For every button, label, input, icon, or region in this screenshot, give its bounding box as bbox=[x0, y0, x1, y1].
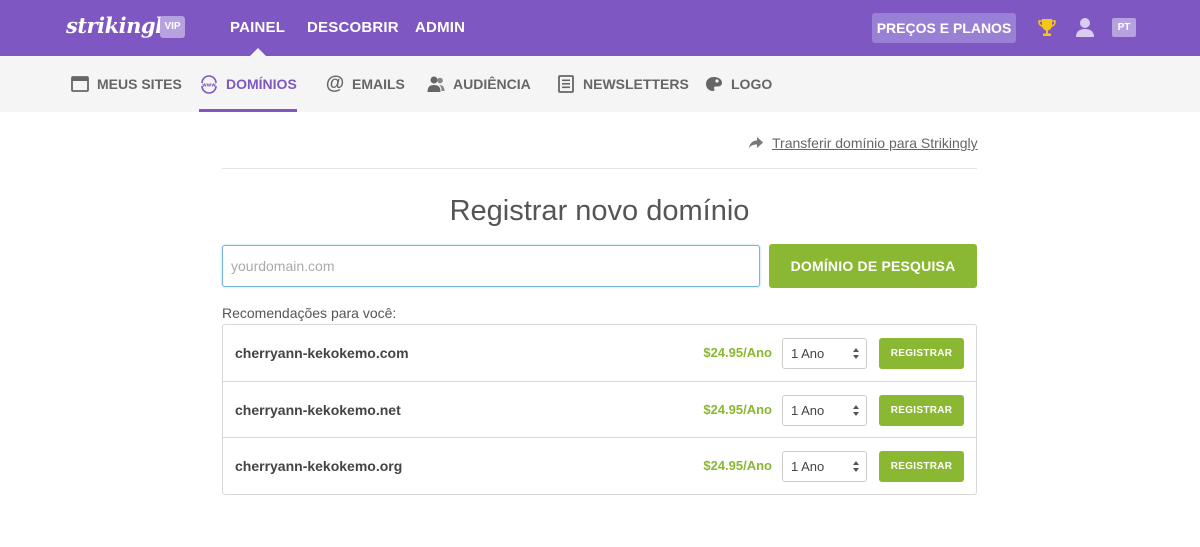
tab-label: DOMÍNIOS bbox=[226, 76, 297, 92]
register-button[interactable]: REGISTRAR bbox=[879, 394, 964, 426]
domain-search-input[interactable] bbox=[222, 245, 760, 287]
tab-emails[interactable]: @ EMAILS bbox=[325, 56, 405, 112]
newsletter-icon bbox=[558, 75, 574, 93]
domain-name: cherryann-kekokemo.net bbox=[235, 401, 401, 418]
list-item: cherryann-kekokemo.net $24.95/Ano 1 Ano … bbox=[223, 382, 976, 438]
tab-newsletters[interactable]: NEWSLETTERS bbox=[556, 56, 689, 112]
tab-label: NEWSLETTERS bbox=[583, 76, 689, 92]
trophy-icon[interactable] bbox=[1036, 16, 1058, 38]
at-sign-icon: @ bbox=[325, 73, 345, 94]
select-arrows-icon bbox=[853, 461, 859, 472]
tab-label: AUDIÊNCIA bbox=[453, 76, 531, 92]
period-value: 1 Ano bbox=[791, 459, 825, 474]
recommendations-list: cherryann-kekokemo.com $24.95/Ano 1 Ano … bbox=[222, 324, 977, 495]
palette-icon bbox=[706, 77, 722, 91]
share-arrow-icon bbox=[749, 137, 763, 149]
tab-audiencia[interactable]: AUDIÊNCIA bbox=[426, 56, 531, 112]
browser-window-icon bbox=[71, 76, 89, 92]
period-select[interactable]: 1 Ano bbox=[782, 394, 867, 426]
select-arrows-icon bbox=[853, 404, 859, 416]
recommendations-label: Recomendações para você: bbox=[222, 305, 397, 321]
nav-descobrir[interactable]: DESCOBRIR bbox=[307, 0, 399, 56]
page-title: Registrar novo domínio bbox=[449, 195, 750, 227]
period-select[interactable]: 1 Ano bbox=[782, 451, 867, 482]
register-button[interactable]: REGISTRAR bbox=[879, 338, 964, 369]
language-selector[interactable]: PT bbox=[1112, 18, 1136, 37]
domain-price: $24.95/Ano bbox=[703, 345, 772, 360]
transfer-domain-link[interactable]: Transferir domínio para Strikingly bbox=[748, 133, 978, 153]
tab-meus-sites[interactable]: MEUS SITES bbox=[70, 56, 182, 112]
tab-logo[interactable]: LOGO bbox=[704, 56, 772, 112]
sub-navbar: MEUS SITES www DOMÍNIOS @ EMAILS AUDIÊNC… bbox=[0, 56, 1200, 112]
tab-dominios[interactable]: www DOMÍNIOS bbox=[199, 56, 297, 112]
www-globe-icon: www bbox=[201, 75, 217, 94]
register-button[interactable]: REGISTRAR bbox=[879, 451, 964, 482]
search-domain-button[interactable]: DOMÍNIO DE PESQUISA bbox=[769, 244, 977, 288]
period-select[interactable]: 1 Ano bbox=[782, 338, 867, 369]
users-icon bbox=[427, 76, 445, 92]
list-item: cherryann-kekokemo.org $24.95/Ano 1 Ano … bbox=[223, 438, 976, 495]
tab-label: LOGO bbox=[731, 76, 773, 92]
divider bbox=[222, 168, 977, 169]
top-navbar: strikingly VIP PAINEL DESCOBRIR ADMIN PR… bbox=[0, 0, 1200, 56]
domain-name: cherryann-kekokemo.com bbox=[235, 345, 409, 361]
nav-admin[interactable]: ADMIN bbox=[415, 0, 465, 56]
user-icon[interactable] bbox=[1074, 16, 1096, 38]
list-item: cherryann-kekokemo.com $24.95/Ano 1 Ano … bbox=[223, 325, 976, 382]
tab-label: EMAILS bbox=[352, 76, 405, 92]
transfer-link-text[interactable]: Transferir domínio para Strikingly bbox=[772, 135, 978, 151]
svg-text:www: www bbox=[202, 83, 216, 89]
period-value: 1 Ano bbox=[791, 402, 825, 418]
pricing-plans-button[interactable]: PREÇOS E PLANOS bbox=[872, 13, 1016, 43]
domain-price: $24.95/Ano bbox=[703, 401, 772, 417]
nav-painel[interactable]: PAINEL bbox=[230, 0, 285, 56]
period-value: 1 Ano bbox=[791, 346, 825, 361]
select-arrows-icon bbox=[853, 348, 859, 359]
domain-name: cherryann-kekokemo.org bbox=[235, 458, 403, 474]
strikingly-logo[interactable]: strikingly bbox=[66, 13, 175, 38]
vip-badge: VIP bbox=[160, 16, 185, 38]
domain-price: $24.95/Ano bbox=[703, 458, 772, 473]
tab-label: MEUS SITES bbox=[97, 76, 182, 92]
